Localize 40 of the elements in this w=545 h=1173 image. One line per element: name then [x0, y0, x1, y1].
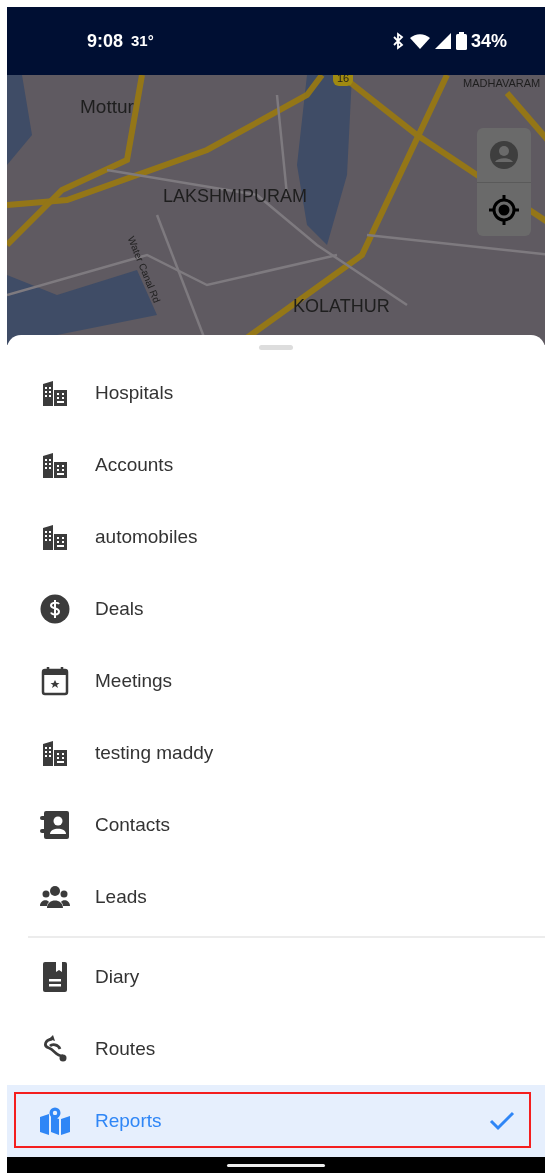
menu-item[interactable]: Diary — [7, 941, 545, 1013]
menu-item[interactable]: Accounts — [7, 429, 545, 501]
building-icon — [42, 740, 68, 766]
calendar-icon — [41, 666, 69, 696]
road-shield: 16 — [333, 75, 354, 86]
checkmark-icon — [489, 1111, 515, 1131]
building-icon — [42, 380, 68, 406]
menu-item[interactable]: Routes — [7, 1013, 545, 1085]
road-label: Water Canal Rd — [125, 235, 162, 305]
route-icon — [41, 1034, 69, 1064]
menu-item[interactable]: testing maddy — [7, 717, 545, 789]
place-label: Mottur — [80, 97, 134, 116]
menu-item[interactable]: Leads — [7, 861, 545, 933]
dollar-icon — [40, 594, 70, 624]
people-icon — [40, 886, 70, 908]
drag-handle[interactable] — [259, 345, 293, 350]
place-label: LAKSHMIPURAM — [163, 187, 308, 205]
menu-item[interactable]: Deals — [7, 573, 545, 645]
clock-time: 9:08 — [87, 29, 124, 53]
battery-icon — [455, 32, 467, 50]
menu-item[interactable]: automobiles — [7, 501, 545, 573]
book-icon — [42, 962, 68, 992]
contact-book-icon — [40, 811, 70, 839]
menu-item[interactable]: Meetings — [7, 645, 545, 717]
place-label: KOLATHUR — [293, 297, 390, 315]
menu-item[interactable]: Contacts — [7, 789, 545, 861]
bluetooth-icon — [390, 32, 405, 50]
map-view[interactable]: 16 MADHAVARAM Mottur LAKSHMIPURAM Water Canal Rd KOLATHUR — [7, 75, 545, 345]
building-icon — [42, 524, 68, 550]
map-pin-icon — [40, 1107, 70, 1135]
wifi-icon — [408, 33, 431, 49]
person-icon — [489, 140, 519, 170]
building-icon — [42, 452, 68, 478]
battery-percentage: 34% — [470, 29, 507, 53]
signal-icon — [434, 33, 452, 49]
place-label: MADHAVARAM — [463, 78, 541, 89]
home-indicator[interactable] — [227, 1163, 325, 1167]
crosshair-icon — [488, 193, 520, 226]
menu-item[interactable]: Hospitals — [7, 357, 545, 429]
temperature-reading: 31° — [131, 30, 154, 51]
